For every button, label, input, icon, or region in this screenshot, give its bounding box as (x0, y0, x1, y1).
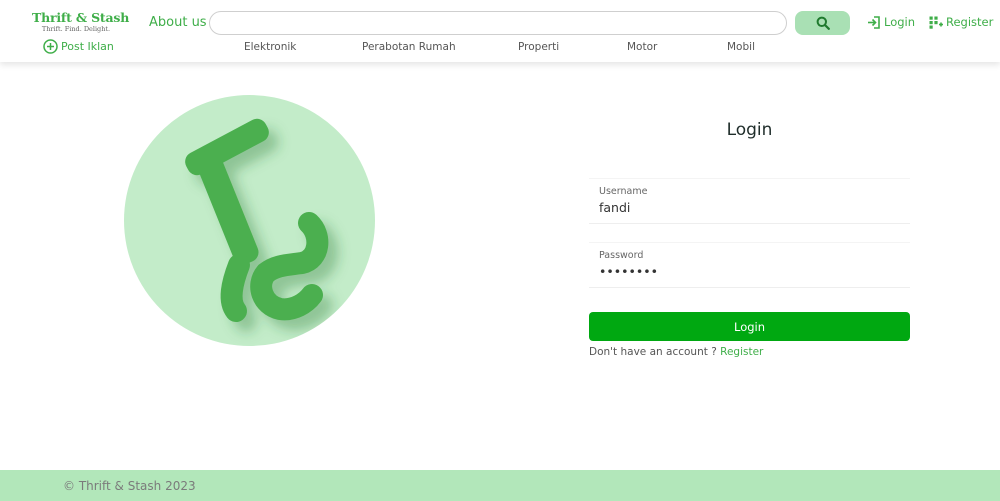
category-motor[interactable]: Motor (627, 41, 657, 53)
search-button[interactable] (795, 11, 850, 35)
footer-copyright: © Thrift & Stash 2023 (63, 479, 196, 493)
login-button[interactable]: Login (589, 312, 910, 341)
password-input[interactable] (599, 264, 899, 279)
username-label: Username (599, 186, 648, 197)
username-input[interactable] (599, 200, 899, 215)
login-link[interactable]: Login (867, 15, 915, 29)
post-iklan-button[interactable]: Post Iklan (43, 39, 114, 54)
category-mobil[interactable]: Mobil (727, 41, 755, 53)
top-navbar: Thrift & Stash Thrift. Find. Delight. Ab… (0, 0, 1000, 62)
post-iklan-label: Post Iklan (61, 40, 114, 53)
category-elektronik[interactable]: Elektronik (244, 41, 296, 53)
site-logo[interactable]: Thrift & Stash Thrift. Find. Delight. (32, 10, 130, 33)
search-icon (816, 16, 830, 30)
signup-text: Don't have an account ? (589, 346, 721, 358)
logo-title: Thrift & Stash (32, 10, 130, 25)
category-perabotan-rumah[interactable]: Perabotan Rumah (362, 41, 456, 53)
login-icon (868, 15, 880, 29)
footer: © Thrift & Stash 2023 (0, 470, 1000, 501)
password-field: Password (589, 242, 910, 288)
register-link-label: Register (946, 15, 994, 29)
ts-logo-image (185, 118, 329, 322)
register-link[interactable]: Register (929, 15, 993, 29)
about-us-link[interactable]: About us (149, 15, 207, 30)
register-icon (929, 16, 943, 29)
plus-circle-icon (43, 39, 58, 54)
search-input[interactable] (209, 11, 787, 35)
login-link-label: Login (884, 15, 916, 29)
password-label: Password (599, 250, 644, 261)
hero-logo-circle (124, 95, 375, 346)
username-field: Username (589, 178, 910, 224)
login-title: Login (726, 120, 773, 140)
logo-tagline: Thrift. Find. Delight. (41, 25, 111, 33)
register-link-form[interactable]: Register (720, 346, 763, 358)
signup-prompt: Don't have an account ? Register (589, 346, 763, 358)
category-properti[interactable]: Properti (518, 41, 559, 53)
